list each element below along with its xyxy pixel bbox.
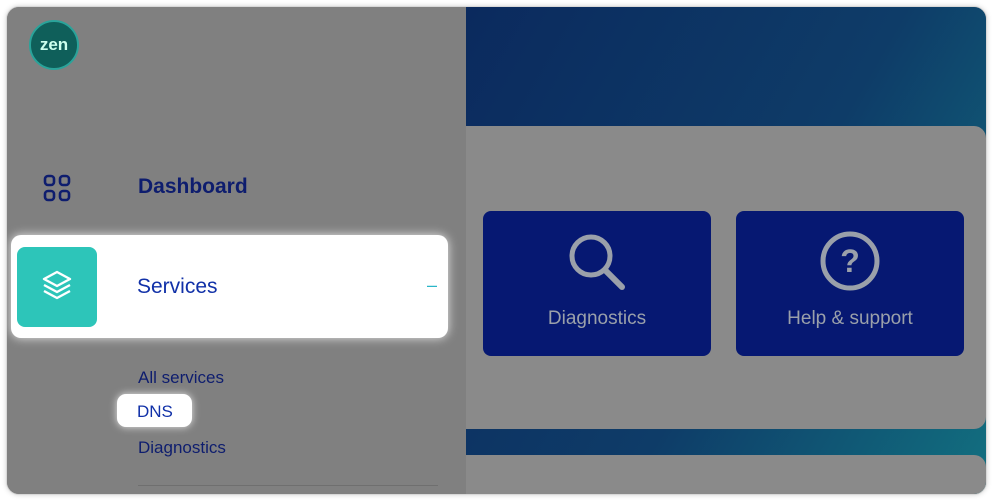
- search-icon: [564, 229, 630, 300]
- zen-logo[interactable]: zen: [29, 20, 79, 70]
- divider: [138, 485, 438, 486]
- grid-icon[interactable]: [43, 174, 71, 207]
- nav-item-services[interactable]: Services –: [11, 235, 448, 338]
- collapse-toggle[interactable]: –: [427, 275, 437, 296]
- nav-item-dashboard[interactable]: Dashboard: [138, 175, 248, 199]
- dns-label: DNS: [137, 402, 173, 421]
- nav-subitem-dns[interactable]: DNS: [117, 394, 192, 427]
- nav-subitem-all-services[interactable]: All services: [138, 368, 224, 388]
- svg-text:?: ?: [840, 243, 860, 279]
- secondary-panel: [466, 455, 986, 494]
- nav-subitem-diagnostics[interactable]: Diagnostics: [138, 438, 226, 458]
- diagnostics-tile-label: Diagnostics: [547, 308, 647, 329]
- help-support-tile[interactable]: ? Help & support: [736, 211, 964, 356]
- help-support-tile-label: Help & support: [787, 308, 913, 329]
- layers-icon: [40, 268, 74, 307]
- services-label: Services: [137, 275, 218, 298]
- services-rail-button[interactable]: [17, 247, 97, 327]
- app-window: Diagnostics ? Help & support zen Dashboa…: [7, 7, 986, 494]
- logo-text: zen: [39, 35, 69, 54]
- diagnostics-tile[interactable]: Diagnostics: [483, 211, 711, 356]
- help-icon: ?: [818, 229, 882, 298]
